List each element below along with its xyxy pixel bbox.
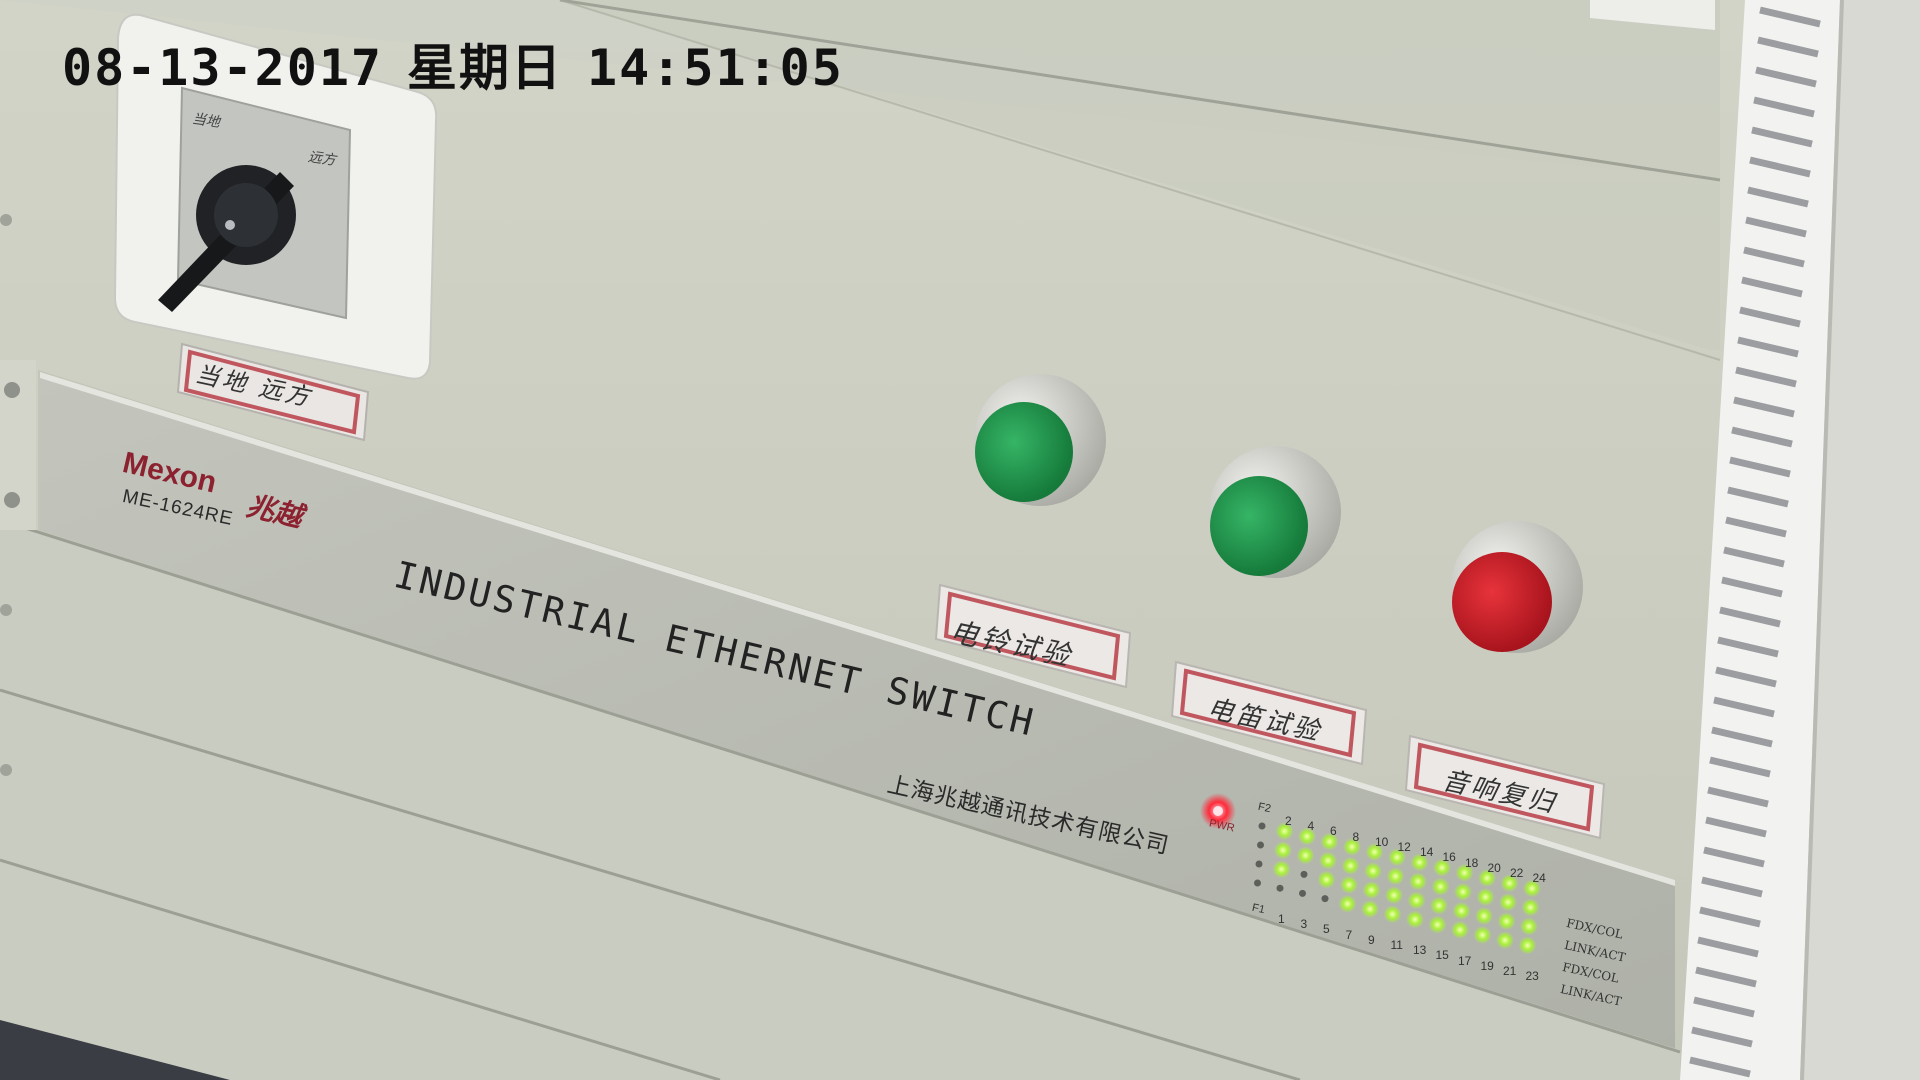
port-led <box>1385 886 1403 905</box>
port-number-top: 24 <box>1532 871 1546 886</box>
port-number-bottom: 3 <box>1300 917 1308 932</box>
port-number-top: 10 <box>1375 834 1389 849</box>
port-number-top: 20 <box>1487 860 1501 875</box>
port-led <box>1407 891 1426 910</box>
pushbutton-3-shape <box>1451 521 1583 653</box>
port-number-bottom: 9 <box>1368 932 1375 947</box>
port-led <box>1496 931 1514 950</box>
port-led <box>1361 900 1379 918</box>
pushbutton-1-shape <box>974 374 1106 506</box>
port-number-bottom: 13 <box>1413 943 1427 958</box>
port-number-top: 4 <box>1307 819 1315 834</box>
port-led <box>1319 851 1337 870</box>
port-led <box>1473 926 1492 944</box>
port-led <box>1276 884 1284 892</box>
port-led <box>1476 888 1495 906</box>
port-led <box>1428 915 1447 934</box>
port-number-bottom: 5 <box>1323 922 1330 937</box>
port-led <box>1521 898 1540 917</box>
port-number-bottom: 11 <box>1390 938 1403 952</box>
switch-mark-remote: 远方 <box>306 149 337 169</box>
port-number-top: 2 <box>1285 814 1292 828</box>
port-led <box>1338 894 1357 913</box>
port-led <box>1257 841 1264 849</box>
port-led <box>1321 895 1329 903</box>
timestamp-time: 14:51:05 <box>587 39 844 97</box>
port-led <box>1364 862 1382 880</box>
port-led <box>1383 905 1402 924</box>
camera-timestamp: 08-13-2017 星期日 14:51:05 <box>62 28 868 100</box>
port-number-top: 8 <box>1352 829 1360 844</box>
port-led <box>1362 881 1381 899</box>
port-led <box>1317 870 1336 889</box>
port-led <box>1518 936 1537 955</box>
port-led <box>1431 877 1450 896</box>
port-led <box>1258 822 1266 830</box>
port-led <box>1299 889 1306 897</box>
port-label-f2: F2 <box>1256 800 1272 816</box>
port-led <box>1406 910 1424 929</box>
port-led <box>1274 841 1292 860</box>
port-led <box>1451 920 1469 939</box>
switch-mark-local: 当地 <box>190 111 221 131</box>
port-led <box>1454 882 1472 901</box>
port-led <box>1386 867 1405 886</box>
port-number-bottom: 1 <box>1278 912 1285 926</box>
port-led <box>1499 893 1517 912</box>
port-led <box>1341 856 1360 875</box>
port-number-bottom: 17 <box>1458 953 1472 968</box>
port-led <box>1296 846 1315 865</box>
port-led <box>1254 879 1261 887</box>
port-led <box>1300 870 1308 878</box>
port-number-top: 14 <box>1420 845 1434 860</box>
timestamp-date: 08-13-2017 <box>62 39 384 97</box>
port-number-bottom: 23 <box>1525 969 1539 984</box>
port-led <box>1272 860 1291 879</box>
port-number-bottom: 19 <box>1480 958 1494 973</box>
port-number-top: 6 <box>1330 824 1337 839</box>
port-number-bottom: 21 <box>1503 964 1517 978</box>
port-number-top: 16 <box>1442 850 1456 865</box>
port-number-bottom: 7 <box>1345 927 1353 942</box>
port-led <box>1497 912 1516 931</box>
port-led <box>1430 896 1448 915</box>
port-number-top: 12 <box>1397 840 1411 854</box>
port-number-top: 18 <box>1465 855 1479 870</box>
port-led <box>1409 872 1427 891</box>
port-number-top: 22 <box>1510 866 1524 880</box>
port-led <box>1255 860 1263 868</box>
port-led <box>1475 907 1493 925</box>
timestamp-weekday: 星期日 <box>407 39 564 97</box>
scene-illustration <box>0 0 1920 1080</box>
port-number-bottom: 15 <box>1435 948 1449 963</box>
pushbutton-2-shape <box>1209 446 1341 578</box>
port-label-f1: F1 <box>1250 901 1266 917</box>
port-led <box>1520 917 1538 936</box>
port-led <box>1452 901 1471 920</box>
port-led <box>1340 875 1358 894</box>
